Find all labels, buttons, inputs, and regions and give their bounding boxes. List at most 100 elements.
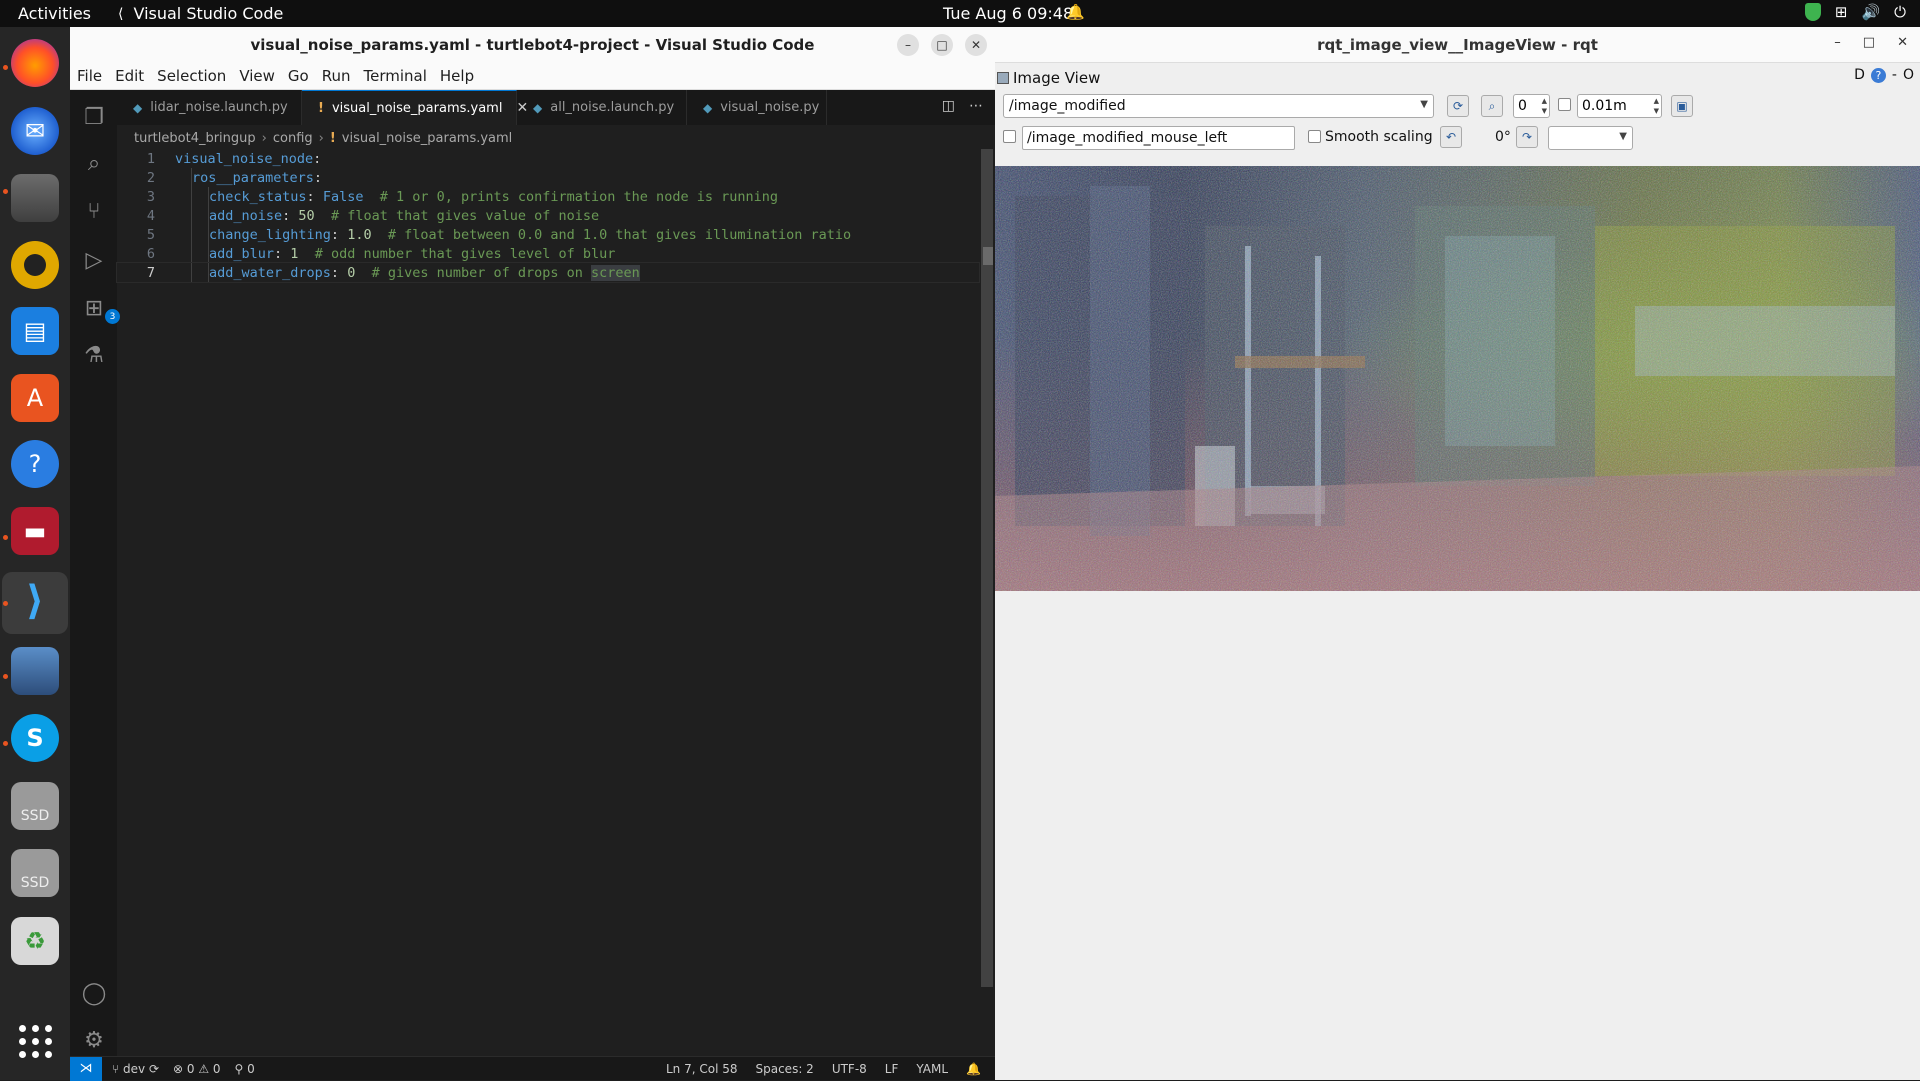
publish-click-checkbox[interactable] — [1003, 130, 1016, 143]
breadcrumb-file[interactable]: visual_noise_params.yaml — [342, 131, 513, 146]
running-indicator — [3, 741, 8, 746]
running-indicator — [3, 601, 8, 606]
code-line[interactable]: 6 add_blur: 1 # odd number that gives le… — [117, 244, 979, 263]
code-editor[interactable]: 1 visual_noise_node: 2 ros__parameters: … — [116, 149, 980, 283]
files-icon[interactable] — [11, 174, 59, 222]
extensions-icon[interactable]: ⊞ 3 — [81, 295, 120, 324]
minimize-button[interactable]: – — [897, 34, 919, 56]
language-mode[interactable]: YAML — [916, 1062, 948, 1076]
skype-icon[interactable]: S — [11, 714, 59, 762]
maximize-button[interactable]: □ — [931, 34, 953, 56]
settings-gear-icon[interactable]: ⚙ — [81, 1027, 107, 1053]
smooth-scaling-checkbox[interactable] — [1308, 130, 1321, 143]
writer-icon[interactable]: ▤ — [11, 307, 59, 355]
dynamic-range-checkbox[interactable] — [1558, 98, 1571, 111]
mouse-topic-input[interactable]: /image_modified_mouse_left — [1022, 126, 1295, 150]
breadcrumb-folder[interactable]: config — [273, 131, 313, 146]
problems-indicator[interactable]: ⊗ 0 ⚠ 0 — [173, 1062, 221, 1076]
clock[interactable]: Tue Aug 6 09:48 — [943, 4, 1073, 23]
run-debug-icon[interactable]: ▷ — [81, 247, 107, 273]
close-button[interactable]: ✕ — [965, 34, 987, 56]
system-tray[interactable]: ⊞ 🔊 ⏻ — [1804, 3, 1906, 21]
code-line[interactable]: 5 change_lighting: 1.0 # float between 0… — [117, 225, 979, 244]
thunderbird-icon[interactable]: ✉ — [11, 107, 59, 155]
rqt-title-bar[interactable]: rqt_image_view__ImageView - rqt – □ ✕ — [995, 27, 1920, 63]
save-image-button[interactable]: ▣ — [1671, 95, 1693, 117]
zoom-fit-button[interactable]: ⌕ — [1481, 95, 1503, 117]
dock-plugin-button[interactable]: D — [1854, 67, 1865, 83]
line-ending[interactable]: LF — [885, 1062, 899, 1076]
vscode-title-bar[interactable]: visual_noise_params.yaml - turtlebot4-pr… — [70, 27, 995, 63]
running-indicator — [3, 65, 8, 70]
ports-indicator[interactable]: ⚲ 0 — [235, 1062, 255, 1076]
help-icon[interactable]: ? — [1870, 67, 1886, 83]
accounts-icon[interactable]: ◯ — [81, 980, 107, 1006]
menu-edit[interactable]: Edit — [115, 67, 144, 85]
help-icon[interactable]: ? — [11, 440, 59, 488]
tab-lidar-noise-launch[interactable]: ◆ lidar_noise.launch.py — [117, 90, 302, 125]
tab-all-noise-launch[interactable]: ◆ all_noise.launch.py — [517, 90, 687, 125]
rhythmbox-icon[interactable] — [11, 241, 59, 289]
code-line[interactable]: 3 check_status: False # 1 or 0, prints c… — [117, 187, 979, 206]
terminal-icon[interactable]: ▬ — [11, 507, 59, 555]
tab-visual-noise-params[interactable]: ! visual_noise_params.yaml ✕ — [302, 90, 528, 125]
testing-icon[interactable]: ⚗ — [81, 342, 107, 368]
security-shield-icon[interactable] — [1804, 3, 1821, 21]
close-button[interactable]: ✕ — [1897, 35, 1908, 50]
explorer-icon[interactable]: ❐ — [81, 104, 107, 130]
notifications-bell-icon[interactable]: 🔔 — [966, 1062, 981, 1076]
code-line-current[interactable]: 7 add_water_drops: 0 # gives number of d… — [116, 262, 980, 283]
skype-glyph: S — [26, 724, 44, 752]
notification-bell-icon[interactable]: 🔔 — [1066, 3, 1085, 21]
encoding[interactable]: UTF-8 — [832, 1062, 867, 1076]
indentation[interactable]: Spaces: 2 — [756, 1062, 814, 1076]
menu-help[interactable]: Help — [440, 67, 474, 85]
menu-file[interactable]: File — [77, 67, 102, 85]
max-value-spinbox[interactable]: 0.01m ▲ ▼ — [1577, 94, 1662, 118]
more-actions-icon[interactable]: ⋯ — [969, 98, 983, 114]
menu-view[interactable]: View — [239, 67, 275, 85]
source-control-icon[interactable]: ⑂ — [81, 198, 107, 224]
image-viewer-icon[interactable] — [11, 647, 59, 695]
network-icon[interactable]: ⊞ — [1835, 3, 1848, 21]
firefox-icon[interactable] — [11, 39, 59, 87]
remote-indicator-icon[interactable]: ⋊ — [70, 1056, 102, 1081]
code-line[interactable]: 2 ros__parameters: — [117, 168, 979, 187]
vscode-icon[interactable]: ⟩ — [11, 577, 59, 625]
ssd-drive-icon[interactable]: SSD — [11, 782, 59, 830]
color-scheme-select[interactable]: ▼ — [1548, 126, 1633, 150]
yaml-key: change_lighting — [209, 226, 331, 243]
split-editor-icon[interactable]: ◫ — [942, 98, 955, 114]
running-indicator — [3, 189, 8, 194]
close-plugin-button[interactable]: O — [1903, 67, 1914, 83]
code-line[interactable]: 1 visual_noise_node: — [117, 149, 979, 168]
trash-icon[interactable]: ♻ — [11, 917, 59, 965]
menu-terminal[interactable]: Terminal — [364, 67, 427, 85]
search-icon[interactable]: ⌕ — [81, 150, 107, 176]
minimize-button[interactable]: – — [1834, 35, 1841, 50]
maximize-button[interactable]: □ — [1863, 35, 1875, 50]
menu-selection[interactable]: Selection — [157, 67, 226, 85]
ssd-drive-icon[interactable]: SSD — [11, 849, 59, 897]
window-title: rqt_image_view__ImageView - rqt — [1317, 35, 1598, 54]
topic-select[interactable]: /image_modified ▼ — [1003, 94, 1434, 118]
editor-scrollbar[interactable] — [981, 149, 993, 987]
activities-button[interactable]: Activities — [18, 4, 91, 23]
git-branch[interactable]: ⑂ dev ⟳ — [112, 1062, 159, 1076]
volume-icon[interactable]: 🔊 — [1861, 3, 1880, 21]
zoom-spinbox[interactable]: 0 ▲ ▼ — [1513, 94, 1550, 118]
cursor-position[interactable]: Ln 7, Col 58 — [666, 1062, 738, 1076]
tab-visual-noise-py[interactable]: ◆ visual_noise.py — [687, 90, 827, 125]
menu-run[interactable]: Run — [322, 67, 351, 85]
app-menu[interactable]: ⟨ Visual Studio Code — [118, 4, 283, 23]
app-center-icon[interactable]: A — [11, 374, 59, 422]
rotate-left-button[interactable]: ↶ — [1440, 126, 1462, 148]
refresh-topics-button[interactable]: ⟳ — [1447, 95, 1469, 117]
power-icon[interactable]: ⏻ — [1894, 3, 1906, 21]
breadcrumb-folder[interactable]: turtlebot4_bringup — [134, 131, 256, 146]
show-apps-icon[interactable] — [11, 1017, 59, 1065]
menu-go[interactable]: Go — [288, 67, 309, 85]
code-line[interactable]: 4 add_noise: 50 # float that gives value… — [117, 206, 979, 225]
rotate-right-button[interactable]: ↷ — [1516, 126, 1538, 148]
camera-image-view[interactable] — [995, 166, 1920, 591]
